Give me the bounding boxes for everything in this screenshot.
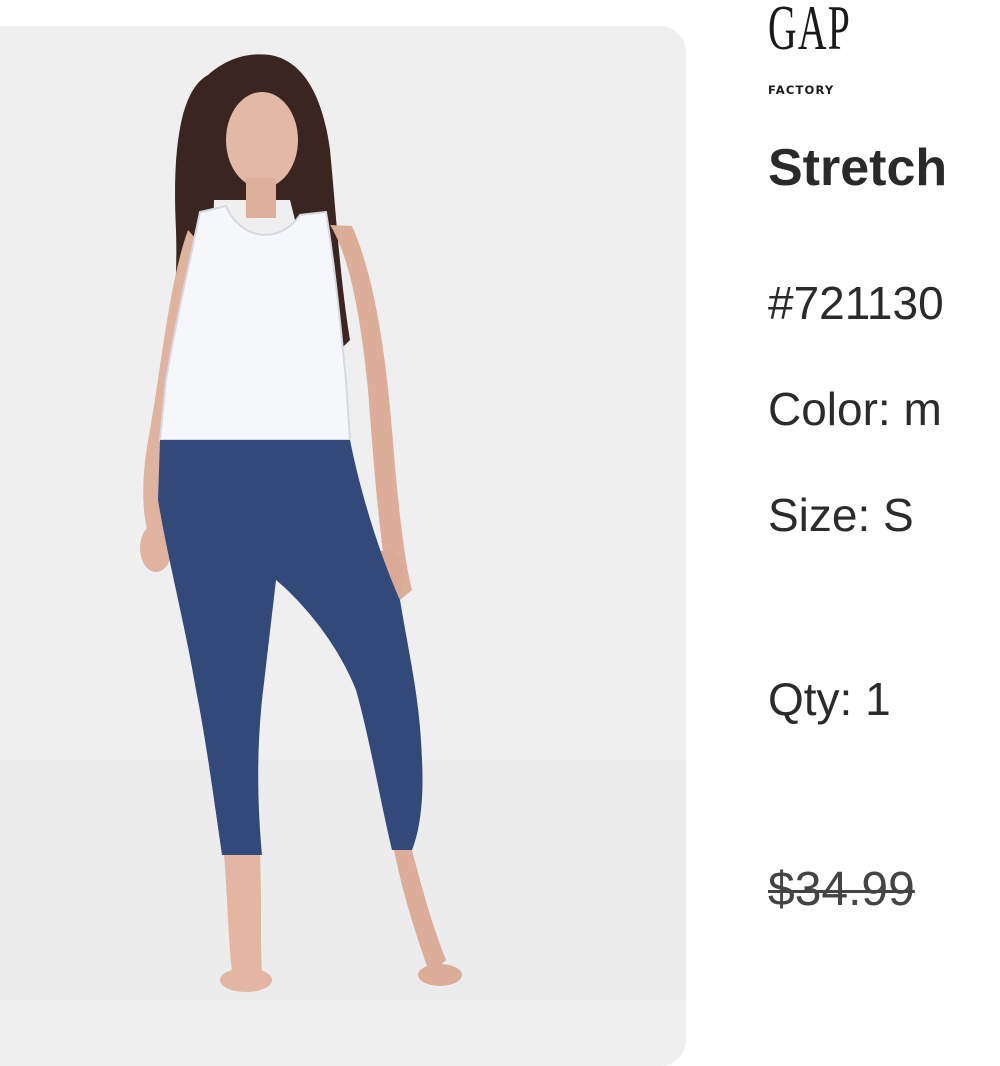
original-price: $34.99 [768,863,915,916]
product-color: Color: m [768,383,942,435]
product-size: Size: S [768,489,914,541]
model-photo [0,54,686,1000]
product-details: GAP FACTORY Stretch #721130 Color: m Siz… [768,0,1000,1000]
product-sku: #721130 [768,277,944,329]
product-image[interactable] [0,26,686,1066]
brand-logo-text: GAP [768,0,852,63]
product-title[interactable]: Stretch [768,138,947,198]
brand-logo[interactable]: GAP FACTORY [768,0,868,100]
product-quantity: Qty: 1 [768,673,891,725]
brand-logo-subtext: FACTORY [768,83,835,97]
